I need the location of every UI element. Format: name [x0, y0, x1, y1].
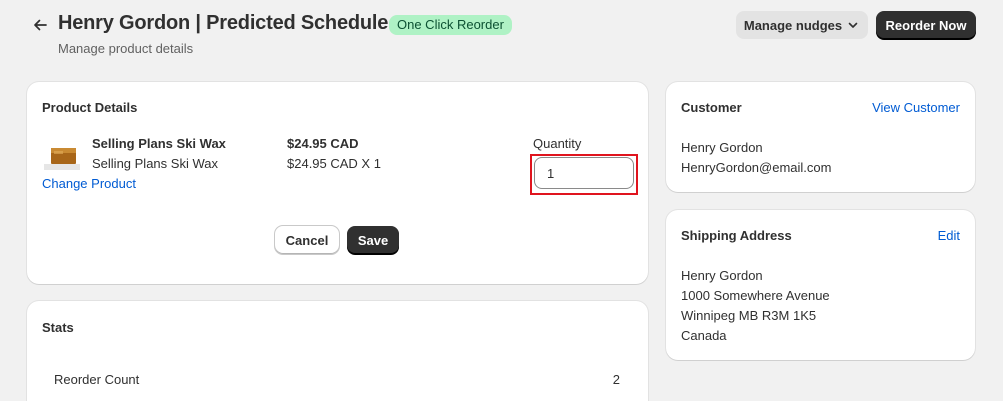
save-button[interactable]: Save	[347, 226, 399, 254]
address-line: Winnipeg MB R3M 1K5	[681, 308, 817, 323]
manage-nudges-label: Manage nudges	[743, 17, 843, 33]
quantity-label: Quantity	[533, 136, 582, 151]
variant-name: Selling Plans Ski Wax	[92, 156, 218, 171]
address-line: Henry Gordon	[681, 268, 763, 283]
page-subtitle: Manage product details	[58, 41, 194, 56]
price-times-quantity: $24.95 CAD X 1	[287, 156, 381, 171]
card-title: Shipping Address	[681, 228, 792, 243]
cancel-button[interactable]: Cancel	[275, 226, 339, 254]
status-badge: One Click Reorder	[389, 15, 512, 35]
manage-nudges-button[interactable]: Manage nudges	[736, 11, 868, 39]
back-button[interactable]	[28, 12, 52, 38]
chevron-down-icon	[848, 22, 858, 28]
customer-name: Henry Gordon	[681, 140, 763, 155]
product-thumbnail	[42, 139, 82, 179]
address-line: Canada	[681, 328, 727, 343]
page-title: Henry Gordon | Predicted Schedule	[58, 12, 389, 34]
view-customer-link[interactable]: View Customer	[872, 100, 960, 115]
change-product-link[interactable]: Change Product	[42, 176, 136, 191]
reorder-now-button[interactable]: Reorder Now	[876, 11, 976, 39]
product-name: Selling Plans Ski Wax	[92, 136, 226, 151]
stats-card: Stats Reorder Count 2	[27, 301, 648, 401]
product-price: $24.95 CAD	[287, 136, 359, 151]
product-details-card: Product Details Selling Plans Ski Wax Se…	[27, 82, 648, 284]
shipping-address-card: Shipping Address Edit Henry Gordon 1000 …	[666, 210, 975, 360]
arrow-left-icon	[34, 19, 47, 31]
card-title: Customer	[681, 100, 742, 115]
quantity-input[interactable]	[534, 157, 634, 189]
stat-label: Reorder Count	[54, 372, 140, 387]
customer-email: HenryGordon@email.com	[681, 160, 832, 175]
address-line: 1000 Somewhere Avenue	[681, 288, 830, 303]
customer-card: Customer View Customer Henry Gordon Henr…	[666, 82, 975, 192]
card-title: Stats	[42, 320, 74, 335]
edit-address-link[interactable]: Edit	[938, 228, 960, 243]
card-title: Product Details	[42, 100, 138, 115]
stat-value: 2	[612, 372, 620, 387]
